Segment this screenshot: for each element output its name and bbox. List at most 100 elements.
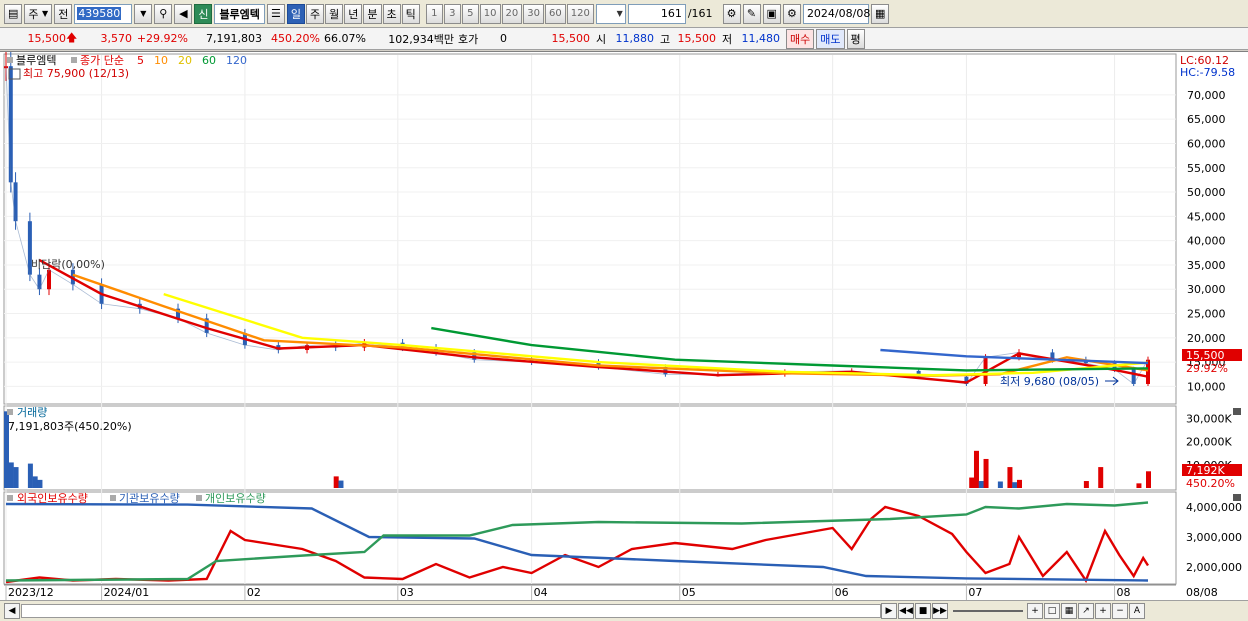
volume-bar (969, 477, 975, 488)
market-select[interactable]: 주 ▼ (24, 3, 53, 24)
legend-box-icon (7, 495, 13, 501)
code-dropdown[interactable]: ▼ (134, 3, 153, 24)
volume-value: 7,191,803주(450.20%) (8, 420, 132, 433)
volume-bar (983, 458, 989, 488)
change-pct: +29.92% (136, 32, 188, 45)
panel-close-icon[interactable] (1233, 494, 1241, 501)
price-tick-label: 45,000 (1187, 210, 1226, 223)
zoom-out-icon[interactable]: − (1112, 603, 1128, 619)
trend-icon[interactable]: ↗ (1078, 603, 1094, 619)
turnover-rate: 66.07% (324, 32, 366, 45)
volume-pct-tag: 450.20% (1186, 477, 1235, 490)
x-axis: 2023/12 2024/01 02 03 04 05 06 07 08 08/08 (4, 584, 1218, 600)
hoga-value: 0 (500, 32, 507, 45)
volume-panel (3, 405, 1177, 491)
price-tag: 15,500 (1186, 349, 1225, 362)
date-input[interactable]: 2024/08/08 (802, 3, 870, 24)
interval-button[interactable]: 1 (425, 3, 443, 24)
chart-svg[interactable]: 70,000 65,000 60,000 55,000 50,000 45,000 40,0… (0, 51, 1248, 601)
legend-box-icon (7, 57, 13, 63)
scroll-track[interactable] (21, 604, 881, 618)
price-tick-label: 20,000 (1187, 332, 1226, 345)
code-input[interactable]: 439580 (74, 3, 133, 24)
x-axis-label: 06 (835, 586, 849, 599)
price-tick-label: 60,000 (1187, 137, 1226, 150)
legend-box-icon (7, 409, 13, 415)
interval-button[interactable]: 120 (566, 3, 594, 24)
volume-bar (973, 450, 979, 488)
interval-button[interactable]: 3 (443, 3, 461, 24)
volume-ratio: 450.20% (271, 32, 320, 45)
volume-bar (997, 481, 1003, 488)
price-tick-label: 65,000 (1187, 113, 1226, 126)
zoom-slider[interactable] (953, 610, 1023, 612)
tools-icon[interactable]: ⚙ (722, 3, 741, 24)
period-button[interactable]: 주 (306, 3, 325, 24)
speaker-icon[interactable]: ◀ (174, 3, 193, 24)
price-tick-label: 40,000 (1187, 235, 1226, 248)
change-value: 3,570 (100, 32, 133, 45)
calendar-icon[interactable]: ▦ (870, 3, 890, 24)
interval-button[interactable]: 20 (501, 3, 523, 24)
interval-button[interactable]: 30 (523, 3, 544, 24)
candle-body (8, 66, 13, 183)
volume-bar (32, 476, 38, 488)
x-axis-label: 2023/12 (8, 586, 54, 599)
x-axis-label: 03 (400, 586, 414, 599)
current-price: 15,500 (27, 32, 67, 45)
zoom-in-icon[interactable]: + (1095, 603, 1111, 619)
compare-icon[interactable]: ▦ (1061, 603, 1077, 619)
badge-new: 신 (194, 3, 213, 24)
count-input[interactable]: 161 (627, 3, 686, 24)
period-button[interactable]: 월 (325, 3, 344, 24)
chart-area[interactable]: 70,000 65,000 60,000 55,000 50,000 45,000 40,0… (0, 51, 1248, 602)
legend-stock-name: 블루엠텍 (16, 54, 56, 67)
candle-body (13, 182, 18, 222)
interval-button[interactable]: 5 (461, 3, 479, 24)
holdings-tick-label: 4,000,000 (1186, 501, 1242, 514)
prev-button[interactable]: 전 (54, 3, 73, 24)
menu-icon[interactable]: ☰ (266, 3, 285, 24)
trade-amount: 102,934백만 (388, 32, 454, 46)
period-button[interactable]: 틱 (401, 3, 420, 24)
interval-button[interactable]: 60 (545, 3, 566, 24)
period-button[interactable]: 분 (363, 3, 382, 24)
volume-value: 7,191,803 (206, 32, 262, 45)
rewind-icon[interactable]: ◀◀ (898, 603, 914, 619)
layout-icon[interactable]: ▤ (4, 3, 23, 24)
interval-dropdown[interactable]: ▼ (595, 3, 626, 24)
interval-button[interactable]: 10 (479, 3, 501, 24)
period-button[interactable]: 일 (286, 3, 306, 24)
scroll-left-icon[interactable]: ◀ (4, 603, 20, 619)
crosshair-icon[interactable]: + (1027, 603, 1043, 619)
hc-value: HC:-79.58 (1180, 66, 1235, 79)
scroll-right-icon[interactable]: ▶ (881, 603, 897, 619)
code-value: 439580 (77, 7, 122, 20)
low-label: 저 (722, 32, 733, 46)
panel-close-icon[interactable] (1233, 408, 1241, 415)
buy-button[interactable]: 매수 (786, 28, 815, 49)
period-button[interactable]: 년 (344, 3, 363, 24)
period-buttons: 일주월년분초틱 (286, 3, 420, 24)
fast-forward-icon[interactable]: ▶▶ (932, 603, 948, 619)
volume-bar (1007, 467, 1013, 488)
search-icon[interactable]: ⚲ (154, 3, 173, 24)
save-icon[interactable]: ▣ (762, 3, 781, 24)
gear-icon[interactable]: ⚙ (782, 3, 801, 24)
volume-bar (333, 476, 339, 488)
period-button[interactable]: 초 (382, 3, 401, 24)
scroll-bar[interactable]: ◀ ▶ ◀◀ ■ ▶▶ + □ ▦ ↗ + − A (0, 600, 1248, 621)
low-price: 11,480 (741, 32, 781, 45)
text-tool-icon[interactable]: A (1129, 603, 1145, 619)
holdings-tick-label: 2,000,000 (1186, 561, 1242, 574)
low-note: 최저 9,680 (08/05) (1000, 375, 1099, 388)
copy-icon[interactable]: □ (1044, 603, 1060, 619)
holdings-legend-foreign: 외국인보유수량 (17, 492, 88, 505)
stop-icon[interactable]: ■ (915, 603, 931, 619)
hoga-label: 호가 (458, 32, 479, 46)
sell-button[interactable]: 매도 (816, 28, 845, 49)
volume-bar (338, 480, 344, 488)
avg-button[interactable]: 평 (846, 28, 865, 49)
draw-icon[interactable]: ✎ (742, 3, 761, 24)
price-tick-label: 35,000 (1187, 259, 1226, 272)
